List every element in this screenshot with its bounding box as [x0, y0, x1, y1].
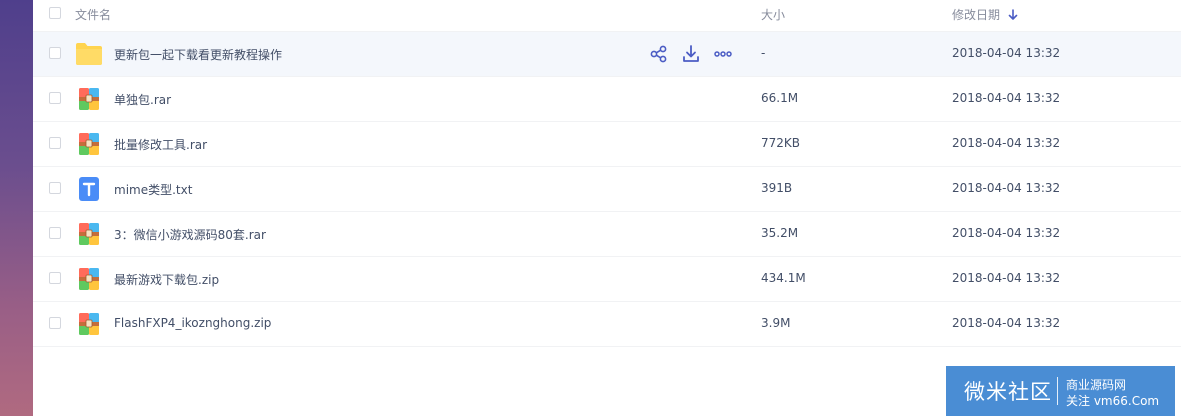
row-checkbox[interactable] [49, 137, 61, 149]
share-icon[interactable] [649, 44, 669, 64]
file-list-pane: 文件名 大小 修改日期 更新包一起下载看更新教程操作 - 2018-04-04 … [33, 0, 1181, 416]
sort-descending-icon[interactable] [1008, 9, 1018, 21]
more-options-icon[interactable] [713, 44, 733, 64]
file-size: 434.1M [761, 271, 806, 285]
archive-icon [79, 268, 99, 290]
file-row[interactable]: FlashFXP4_ikoznghong.zip 3.9M 2018-04-04… [33, 302, 1181, 347]
file-size: 66.1M [761, 91, 799, 105]
archive-icon [79, 223, 99, 245]
sidebar-strip [0, 0, 33, 416]
watermark-url: 关注 vm66.Com [1066, 394, 1160, 408]
file-list-header: 文件名 大小 修改日期 [33, 0, 1181, 32]
file-name[interactable]: 最新游戏下载包.zip [114, 271, 219, 288]
column-header-date-label: 修改日期 [952, 8, 1001, 22]
file-name[interactable]: 更新包一起下载看更新教程操作 [114, 46, 282, 63]
row-checkbox[interactable] [49, 317, 61, 329]
file-name[interactable]: FlashFXP4_ikoznghong.zip [114, 316, 271, 330]
file-size: 3.9M [761, 316, 791, 330]
text-file-icon [79, 177, 99, 201]
select-all-checkbox[interactable] [49, 7, 61, 19]
file-name[interactable]: 3：微信小游戏源码80套.rar [114, 226, 266, 243]
file-name[interactable]: 批量修改工具.rar [114, 136, 207, 153]
row-checkbox[interactable] [49, 182, 61, 194]
file-row[interactable]: 更新包一起下载看更新教程操作 - 2018-04-04 13:32 [33, 32, 1181, 77]
file-date: 2018-04-04 13:32 [952, 181, 1061, 195]
file-date: 2018-04-04 13:32 [952, 226, 1061, 240]
watermark-divider [1057, 377, 1058, 405]
file-row[interactable]: 单独包.rar 66.1M 2018-04-04 13:32 [33, 77, 1181, 122]
file-size: 35.2M [761, 226, 799, 240]
file-name[interactable]: 单独包.rar [114, 91, 171, 108]
file-rows: 更新包一起下载看更新教程操作 - 2018-04-04 13:32 单独包.ra… [33, 32, 1181, 347]
file-size: - [761, 46, 766, 60]
file-row[interactable]: mime类型.txt 391B 2018-04-04 13:32 [33, 167, 1181, 212]
file-row[interactable]: 批量修改工具.rar 772KB 2018-04-04 13:32 [33, 122, 1181, 167]
file-size: 391B [761, 181, 793, 195]
file-name[interactable]: mime类型.txt [114, 181, 192, 198]
row-checkbox[interactable] [49, 47, 61, 59]
watermark-title: 微米社区 [964, 380, 1052, 404]
file-row[interactable]: 最新游戏下载包.zip 434.1M 2018-04-04 13:32 [33, 257, 1181, 302]
archive-icon [79, 313, 99, 335]
file-date: 2018-04-04 13:32 [952, 136, 1061, 150]
column-header-date[interactable]: 修改日期 [952, 6, 1018, 23]
file-size: 772KB [761, 136, 801, 150]
file-date: 2018-04-04 13:32 [952, 316, 1061, 330]
file-date: 2018-04-04 13:32 [952, 46, 1061, 60]
file-date: 2018-04-04 13:32 [952, 271, 1061, 285]
watermark-badge: 微米社区 商业源码网 关注 vm66.Com [946, 366, 1175, 416]
archive-icon [79, 133, 99, 155]
folder-icon [76, 43, 102, 65]
column-header-name[interactable]: 文件名 [75, 6, 111, 23]
row-checkbox[interactable] [49, 92, 61, 104]
archive-icon [79, 88, 99, 110]
file-date: 2018-04-04 13:32 [952, 91, 1061, 105]
row-checkbox[interactable] [49, 227, 61, 239]
column-header-size[interactable]: 大小 [761, 6, 785, 23]
file-row[interactable]: 3：微信小游戏源码80套.rar 35.2M 2018-04-04 13:32 [33, 212, 1181, 257]
download-icon[interactable] [681, 44, 701, 64]
row-checkbox[interactable] [49, 272, 61, 284]
watermark-subtitle: 商业源码网 [1066, 378, 1127, 392]
